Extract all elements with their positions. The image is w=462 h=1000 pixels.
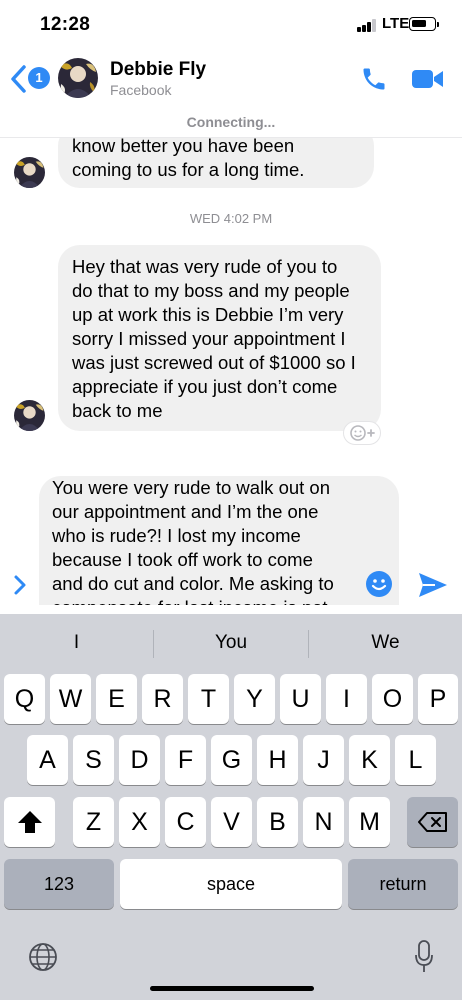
chevron-right-icon[interactable] bbox=[12, 574, 28, 596]
suggestion-3[interactable]: We bbox=[309, 614, 462, 670]
keyboard: I You We Q W E R T Y U I O P A S D F G H… bbox=[0, 614, 462, 1000]
home-indicator[interactable] bbox=[150, 986, 314, 991]
signal-strength-icon bbox=[357, 19, 377, 32]
key-a[interactable]: A bbox=[27, 735, 68, 785]
key-z[interactable]: Z bbox=[73, 797, 114, 847]
key-m[interactable]: M bbox=[349, 797, 390, 847]
numbers-key[interactable]: 123 bbox=[4, 859, 114, 909]
key-d[interactable]: D bbox=[119, 735, 160, 785]
input-line: our appointment and I’m the one bbox=[52, 501, 319, 522]
input-line: compensate for lost income is not bbox=[52, 596, 360, 605]
key-y[interactable]: Y bbox=[234, 674, 275, 724]
chevron-left-icon bbox=[11, 65, 26, 93]
message-line: Hey that was very rude of you to bbox=[72, 256, 338, 277]
key-f[interactable]: F bbox=[165, 735, 206, 785]
contact-platform: Facebook bbox=[110, 82, 172, 98]
contact-avatar-small[interactable] bbox=[14, 400, 45, 431]
space-key[interactable]: space bbox=[120, 859, 342, 909]
key-b[interactable]: B bbox=[257, 797, 298, 847]
key-i[interactable]: I bbox=[326, 674, 367, 724]
message-input-text[interactable]: You were very rude to walk out on our ap… bbox=[52, 476, 360, 605]
key-u[interactable]: U bbox=[280, 674, 321, 724]
suggestion-1[interactable]: I bbox=[0, 614, 153, 670]
suggestion-bar: I You We bbox=[0, 614, 462, 670]
suggestion-2[interactable]: You bbox=[154, 614, 308, 670]
key-q[interactable]: Q bbox=[4, 674, 45, 724]
backspace-key[interactable] bbox=[407, 797, 458, 847]
status-time: 12:28 bbox=[40, 14, 91, 35]
message-line: do that to my boss and my people bbox=[72, 280, 350, 301]
back-button[interactable]: 1 bbox=[9, 64, 51, 94]
conversation-header: 1 Debbie Fly Facebook bbox=[0, 48, 462, 108]
network-type: LTE bbox=[382, 15, 410, 32]
backspace-icon bbox=[417, 812, 447, 832]
key-h[interactable]: H bbox=[257, 735, 298, 785]
message-line: sorry I missed your appointment I bbox=[72, 328, 346, 349]
battery-cap bbox=[437, 22, 439, 27]
message-timestamp: WED 4:02 PM bbox=[189, 211, 273, 226]
message-bubble-incoming[interactable]: Hey that was very rude of you to do that… bbox=[58, 245, 381, 431]
key-t[interactable]: T bbox=[188, 674, 229, 724]
shift-icon bbox=[17, 811, 42, 833]
message-line: up at work this is Debbie I’m very bbox=[72, 304, 344, 325]
message-line: back to me bbox=[72, 400, 163, 421]
key-p[interactable]: P bbox=[418, 674, 458, 724]
input-line: because I took off work to come bbox=[52, 549, 313, 570]
key-e[interactable]: E bbox=[96, 674, 137, 724]
shift-key[interactable] bbox=[4, 797, 55, 847]
unread-badge: 1 bbox=[28, 67, 50, 89]
message-line: know better you have been bbox=[72, 138, 295, 156]
phone-icon[interactable] bbox=[360, 65, 388, 93]
key-j[interactable]: J bbox=[303, 735, 344, 785]
microphone-icon[interactable] bbox=[414, 940, 434, 974]
return-key[interactable]: return bbox=[348, 859, 458, 909]
key-x[interactable]: X bbox=[119, 797, 160, 847]
message-line: appreciate if you just don’t come bbox=[72, 376, 338, 397]
add-reaction-icon[interactable] bbox=[343, 421, 381, 445]
send-icon[interactable] bbox=[417, 570, 449, 600]
message-bubble-incoming[interactable]: know better you have been coming to us f… bbox=[58, 138, 374, 188]
battery-level bbox=[412, 20, 426, 27]
key-o[interactable]: O bbox=[372, 674, 413, 724]
key-s[interactable]: S bbox=[73, 735, 114, 785]
key-g[interactable]: G bbox=[211, 735, 252, 785]
key-l[interactable]: L bbox=[395, 735, 436, 785]
video-camera-icon[interactable] bbox=[411, 67, 445, 91]
message-line: coming to us for a long time. bbox=[72, 159, 305, 180]
key-k[interactable]: K bbox=[349, 735, 390, 785]
battery-icon bbox=[409, 17, 436, 31]
connection-status: Connecting... bbox=[186, 114, 276, 130]
key-n[interactable]: N bbox=[303, 797, 344, 847]
status-bar: 12:28 LTE bbox=[0, 0, 462, 48]
input-line: You were very rude to walk out on bbox=[52, 477, 331, 498]
contact-name[interactable]: Debbie Fly bbox=[110, 59, 206, 81]
key-v[interactable]: V bbox=[211, 797, 252, 847]
contact-avatar[interactable] bbox=[58, 58, 98, 98]
input-line: who is rude?! I lost my income bbox=[52, 525, 301, 546]
key-r[interactable]: R bbox=[142, 674, 183, 724]
message-input[interactable]: You were very rude to walk out on our ap… bbox=[39, 476, 399, 605]
contact-avatar-small[interactable] bbox=[14, 157, 45, 188]
globe-icon[interactable] bbox=[28, 942, 58, 972]
input-line: and do cut and color. Me asking to bbox=[52, 573, 334, 594]
key-w[interactable]: W bbox=[50, 674, 91, 724]
emoji-icon[interactable] bbox=[365, 570, 393, 598]
message-line: was just screwed out of $1000 so I bbox=[72, 352, 356, 373]
key-c[interactable]: C bbox=[165, 797, 206, 847]
